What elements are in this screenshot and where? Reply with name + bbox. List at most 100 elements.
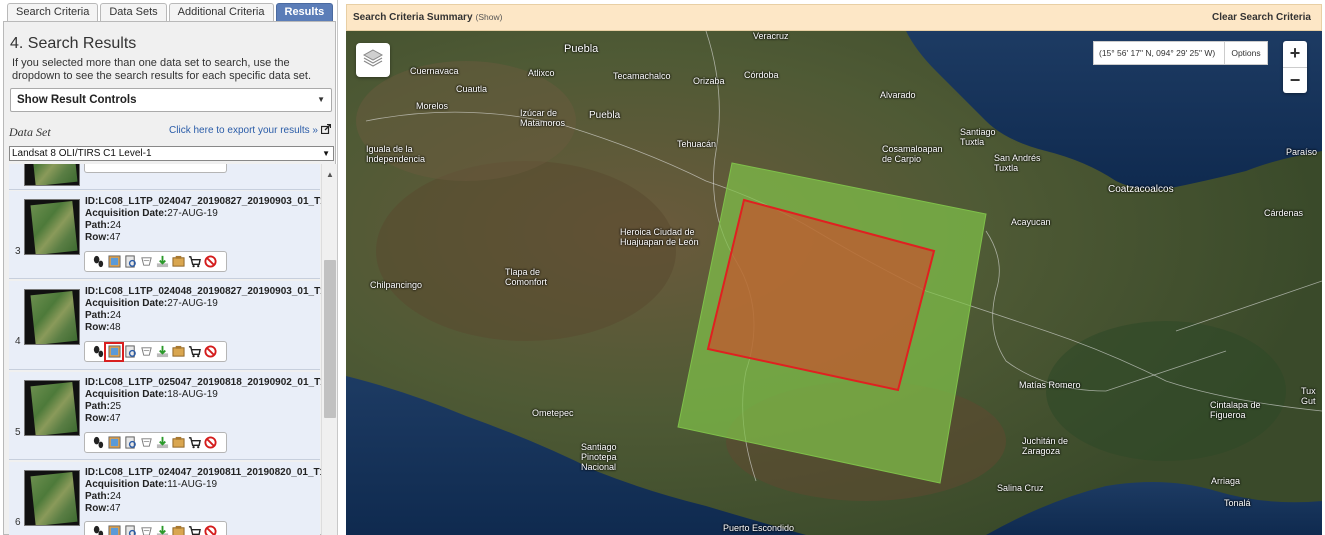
- export-results-link[interactable]: Click here to export your results »: [169, 123, 332, 136]
- scene-id: ID:LC08_L1TP_025047_20190818_20190902_01…: [85, 377, 326, 388]
- tab-additional-criteria[interactable]: Additional Criteria: [168, 3, 274, 21]
- compare-icon[interactable]: [139, 255, 153, 269]
- map-label: Santiago Pinotepa Nacional: [581, 442, 617, 472]
- compare-icon[interactable]: [139, 436, 153, 450]
- map-label: Matías Romero: [1019, 380, 1081, 390]
- scroll-up-icon[interactable]: ▲: [326, 170, 334, 179]
- result-number: 6: [15, 517, 21, 528]
- map-label: Orizaba: [693, 76, 725, 86]
- result-number: 3: [15, 246, 21, 257]
- dataset-select[interactable]: Landsat 8 OLI/TIRS C1 Level-1 ▼: [9, 146, 334, 161]
- layer-switcher-button[interactable]: [356, 43, 390, 77]
- cart-icon[interactable]: [187, 255, 201, 269]
- map-label: Tecamachalco: [613, 71, 671, 81]
- result-controls-dropdown[interactable]: Show Result Controls ▼: [10, 88, 332, 112]
- bulk-download-icon[interactable]: [171, 436, 185, 450]
- results-panel: 4. Search Results If you selected more t…: [3, 21, 337, 535]
- footprint-icon[interactable]: [91, 525, 105, 535]
- map-label: Acayucan: [1011, 217, 1051, 227]
- acq-date: 27-AUG-19: [167, 208, 218, 219]
- browse-overlay-icon[interactable]: [107, 255, 121, 269]
- zoom-in-button[interactable]: +: [1283, 41, 1307, 67]
- footprint-icon[interactable]: [91, 255, 105, 269]
- metadata-icon[interactable]: [123, 345, 137, 359]
- bulk-download-icon[interactable]: [171, 345, 185, 359]
- map-label: Izúcar de Matamoros: [520, 108, 566, 128]
- map-label: Puerto Escondido: [723, 523, 795, 533]
- scrollbar-thumb[interactable]: [324, 260, 336, 418]
- scene-thumbnail[interactable]: [24, 380, 80, 436]
- cart-icon[interactable]: [187, 525, 201, 535]
- external-link-icon: [320, 123, 332, 135]
- summary-title-text: Search Criteria Summary: [353, 12, 473, 23]
- download-icon[interactable]: [155, 436, 169, 450]
- row-tools: [84, 521, 227, 535]
- map-canvas[interactable]: Veracruz Puebla Cuernavaca Atlixco Tecam…: [346, 31, 1322, 535]
- result-info: ID:LC08_L1TP_024047_20190811_20190820_01…: [85, 467, 325, 515]
- exclude-icon[interactable]: [203, 255, 217, 269]
- summary-show-link[interactable]: (Show): [476, 12, 503, 22]
- tab-search-criteria[interactable]: Search Criteria: [7, 3, 99, 21]
- row-value: 47: [109, 232, 121, 243]
- exclude-icon[interactable]: [203, 345, 217, 359]
- exclude-icon[interactable]: [203, 525, 217, 535]
- results-list: 3 ID:LC08_L1TP_024047_20190827_20190903_…: [9, 164, 337, 535]
- download-icon[interactable]: [155, 525, 169, 535]
- map-label: Chilpancingo: [370, 280, 423, 290]
- download-icon[interactable]: [155, 255, 169, 269]
- path-label: Path:: [85, 401, 110, 412]
- tab-bar: Search Criteria Data Sets Additional Cri…: [7, 3, 334, 21]
- dataset-select-value: Landsat 8 OLI/TIRS C1 Level-1: [12, 148, 152, 159]
- cart-icon[interactable]: [187, 345, 201, 359]
- layers-icon: [362, 47, 384, 74]
- compare-icon[interactable]: [139, 345, 153, 359]
- row-tools: [84, 164, 227, 173]
- browse-overlay-icon[interactable]: [107, 525, 121, 535]
- browse-overlay-icon[interactable]: [107, 436, 121, 450]
- compare-icon[interactable]: [139, 525, 153, 535]
- path-label: Path:: [85, 220, 110, 231]
- scene-thumbnail[interactable]: [24, 164, 80, 186]
- zoom-out-button[interactable]: −: [1283, 67, 1307, 93]
- acq-label: Acquisition Date:: [85, 208, 168, 219]
- satellite-basemap: [346, 31, 1322, 535]
- scene-thumbnail[interactable]: [24, 199, 80, 255]
- metadata-icon[interactable]: [123, 436, 137, 450]
- metadata-icon[interactable]: [123, 255, 137, 269]
- scene-thumbnail[interactable]: [24, 470, 80, 526]
- bulk-download-icon[interactable]: [171, 525, 185, 535]
- row-value: 47: [109, 503, 121, 514]
- bulk-download-icon[interactable]: [171, 255, 185, 269]
- row-tools: [84, 341, 227, 362]
- result-number: 5: [15, 427, 21, 438]
- results-scrollbar[interactable]: ▲: [321, 164, 337, 535]
- path-value: 25: [110, 401, 122, 412]
- map-label: Atlixco: [528, 68, 555, 78]
- summary-title[interactable]: Search Criteria Summary (Show): [353, 5, 502, 30]
- path-label: Path:: [85, 491, 110, 502]
- list-item: 6 ID:LC08_L1TP_024047_20190811_20190820_…: [9, 462, 325, 535]
- acq-label: Acquisition Date:: [85, 479, 168, 490]
- list-item: 5 ID:LC08_L1TP_025047_20190818_20190902_…: [9, 372, 326, 460]
- exclude-icon[interactable]: [203, 436, 217, 450]
- map-label: Coatzacoalcos: [1108, 184, 1174, 195]
- download-icon[interactable]: [155, 345, 169, 359]
- map-label: Santiago Tuxtla: [960, 127, 996, 147]
- map-label: San Andrés Tuxtla: [994, 153, 1041, 173]
- footprint-icon[interactable]: [91, 436, 105, 450]
- cart-icon[interactable]: [187, 436, 201, 450]
- tab-data-sets[interactable]: Data Sets: [100, 3, 167, 21]
- footprint-icon[interactable]: [91, 345, 105, 359]
- map-label: Cuernavaca: [410, 66, 459, 76]
- scene-id: ID:LC08_L1TP_024048_20190827_20190903_01…: [85, 286, 326, 297]
- scene-thumbnail[interactable]: [24, 289, 80, 345]
- metadata-icon[interactable]: [123, 525, 137, 535]
- map-label: Tonalá: [1224, 498, 1251, 508]
- tab-results[interactable]: Results: [275, 3, 334, 21]
- clear-search-criteria-button[interactable]: Clear Search Criteria: [1212, 5, 1311, 30]
- row-tools: [84, 432, 227, 453]
- panel-description: If you selected more than one data set t…: [12, 57, 311, 82]
- browse-overlay-icon[interactable]: [104, 341, 124, 362]
- coordinate-options-button[interactable]: Options: [1224, 42, 1267, 64]
- map-label: Puebla: [589, 110, 621, 121]
